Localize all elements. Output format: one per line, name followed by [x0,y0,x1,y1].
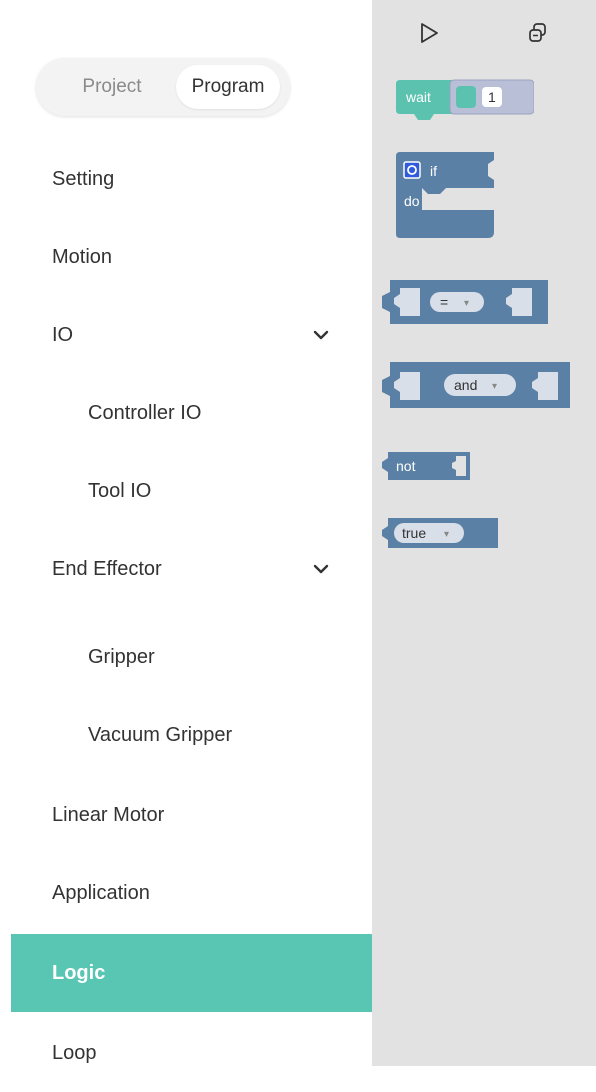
nav-item-label: Tool IO [88,480,152,502]
nav-item-setting[interactable]: Setting [0,140,372,218]
nav-item-end-effector[interactable]: End Effector [0,530,372,608]
nav-item-controller-io[interactable]: Controller IO [0,374,372,452]
nav-item-application[interactable]: Application [0,854,372,932]
tab-program[interactable]: Program [176,65,280,109]
nav-item-label: Vacuum Gripper [88,724,233,746]
tab-project[interactable]: Project [48,65,176,109]
nav-item-loop[interactable]: Loop [0,1014,372,1092]
nav-item-label: Linear Motor [52,804,165,826]
if-do-block[interactable]: if do [394,150,504,242]
not-block[interactable]: not [380,450,472,482]
svg-text:▾: ▾ [492,381,497,392]
nav-item-io[interactable]: IO [0,296,372,374]
logic-operation-block[interactable]: and ▾ [380,360,572,412]
compare-block[interactable]: = ▾ [380,278,552,326]
nav-item-label: Gripper [88,646,155,668]
svg-text:▾: ▾ [444,529,449,540]
gear-icon[interactable] [403,161,421,179]
nav-item-label: Loop [52,1042,97,1064]
sidebar: Project Program Setting Motion IO Contro… [0,0,372,1066]
nav-item-label: Controller IO [88,402,202,424]
copy-icon[interactable] [525,20,551,46]
nav-item-label: Setting [52,168,115,190]
nav-item-label: Motion [52,246,113,268]
chevron-down-icon [313,564,329,574]
nav-item-label: Logic [52,962,106,984]
nav-item-logic[interactable]: Logic [11,934,372,1012]
project-program-toggle: Project Program [36,58,290,116]
wait-value[interactable]: 1 [488,89,496,105]
nav-item-label: End Effector [52,558,162,580]
nav-item-linear-motor[interactable]: Linear Motor [0,776,372,854]
boolean-value[interactable]: true [402,525,426,541]
nav-item-label: Application [52,882,150,904]
chevron-down-icon [313,330,329,340]
nav-item-motion[interactable]: Motion [0,218,372,296]
wait-block[interactable]: wait 1 [394,78,534,122]
nav-item-tool-io[interactable]: Tool IO [0,452,372,530]
compare-operator[interactable]: = [440,294,448,310]
svg-text:▾: ▾ [464,298,469,309]
nav-item-label: IO [52,324,74,346]
if-label: if [430,163,437,179]
nav-item-gripper[interactable]: Gripper [0,618,372,696]
boolean-block[interactable]: true ▾ [380,516,500,550]
wait-label: wait [405,89,431,105]
not-label: not [396,458,416,474]
nav-item-vacuum-gripper[interactable]: Vacuum Gripper [0,696,372,774]
block-workspace: wait 1 if do = ▾ and ▾ not true ▾ [372,0,596,1066]
do-label: do [404,193,420,209]
play-icon[interactable] [416,20,442,46]
logic-operator[interactable]: and [454,377,477,393]
